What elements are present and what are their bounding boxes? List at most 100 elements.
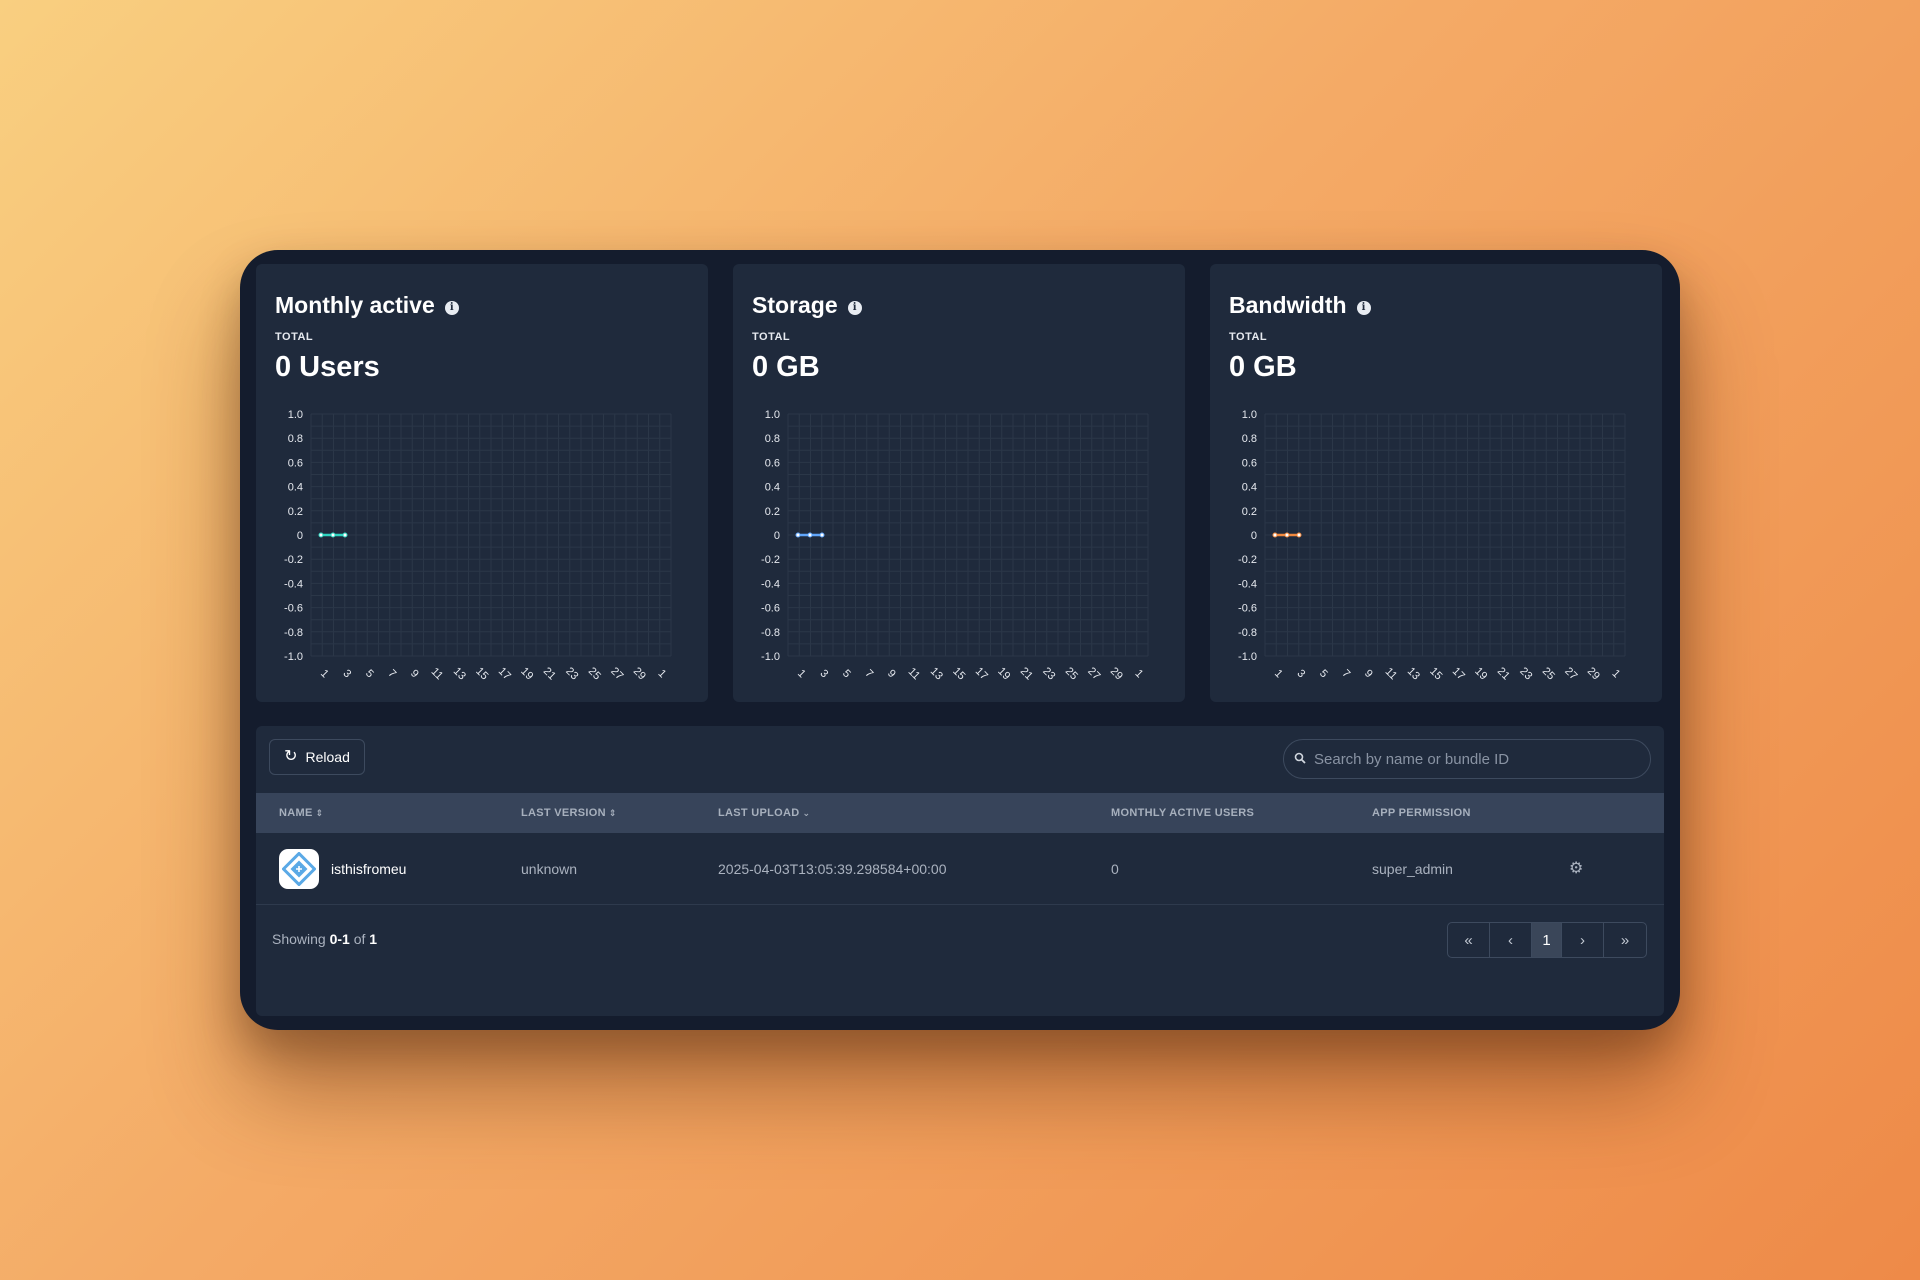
y-tick-label: 0.4 (288, 482, 303, 494)
x-tick-label: 27 (1085, 665, 1102, 682)
y-tick-label: 0.2 (765, 506, 780, 518)
pagination: « ‹ 1 › » (1447, 922, 1647, 958)
apps-table-panel: ↻ Reload NAME ⇕ LAST VERSION ⇕ LAST UPLO… (256, 726, 1664, 1016)
card-title: Monthly active (275, 292, 435, 318)
x-tick-label: 11 (429, 666, 446, 683)
y-tick-label: 0 (297, 530, 303, 542)
monthly-active-chart: 1.00.80.60.40.20-0.2-0.4-0.6-0.8-1.01 3 5 7… (284, 409, 672, 683)
reload-button[interactable]: ↻ Reload (269, 739, 365, 775)
data-point (1272, 532, 1278, 538)
x-tick-label: 1 (1609, 667, 1622, 680)
card-total: 0 GB (752, 351, 820, 383)
column-header-name[interactable]: NAME ⇕ (279, 807, 323, 819)
y-tick-label: 0.6 (1242, 457, 1257, 469)
x-tick-label: 25 (1540, 665, 1557, 682)
first-page-button[interactable]: « (1448, 923, 1490, 957)
card-total: 0 Users (275, 351, 380, 383)
x-tick-label: 9 (885, 667, 898, 680)
gear-icon[interactable]: ⚙ (1569, 858, 1583, 878)
x-tick-label: 27 (1562, 665, 1579, 682)
data-point (1296, 532, 1302, 538)
y-tick-label: 0.2 (288, 506, 303, 518)
column-header-last-upload[interactable]: LAST UPLOAD ⌄ (718, 807, 810, 819)
sort-icon: ⇕ (315, 807, 324, 818)
x-tick-label: 1 (1132, 667, 1145, 680)
y-tick-label: 0.6 (765, 457, 780, 469)
y-tick-label: 0.6 (288, 457, 303, 469)
x-tick-label: 23 (1517, 665, 1534, 682)
x-tick-label: 5 (840, 667, 853, 680)
column-header-app-permission: APP PERMISSION (1372, 807, 1471, 819)
y-tick-label: -0.4 (761, 578, 780, 590)
table-row[interactable]: isthisfromeu unknown 2025-04-03T13:05:39… (256, 833, 1664, 905)
x-tick-label: 9 (1362, 667, 1375, 680)
card-subtitle: TOTAL (752, 331, 791, 343)
y-tick-label: 0.8 (765, 433, 780, 445)
info-icon[interactable]: i (847, 300, 862, 315)
y-tick-label: 0.8 (288, 433, 303, 445)
x-tick-label: 19 (995, 665, 1012, 682)
info-icon[interactable]: i (1356, 300, 1371, 315)
y-tick-label: -0.8 (1238, 627, 1257, 639)
y-tick-label: -1.0 (284, 651, 303, 663)
info-icon[interactable]: i (444, 300, 459, 315)
search-input[interactable] (1314, 750, 1634, 768)
y-tick-label: -0.2 (284, 554, 303, 566)
y-tick-label: 0.2 (1242, 506, 1257, 518)
next-page-button[interactable]: › (1562, 923, 1604, 957)
page-button-current[interactable]: 1 (1532, 923, 1562, 957)
column-header-last-version[interactable]: LAST VERSION ⇕ (521, 807, 617, 819)
x-tick-label: 19 (518, 665, 535, 682)
search-box[interactable] (1283, 739, 1651, 779)
y-tick-label: -0.6 (1238, 603, 1257, 615)
y-tick-label: -0.6 (284, 603, 303, 615)
card-subtitle: TOTAL (1229, 331, 1268, 343)
x-tick-label: 25 (586, 665, 603, 682)
x-tick-label: 15 (473, 665, 490, 682)
y-tick-label: -0.8 (761, 627, 780, 639)
x-tick-label: 29 (1108, 665, 1125, 682)
data-point (330, 532, 336, 538)
x-tick-label: 15 (1427, 665, 1444, 682)
x-tick-label: 13 (1405, 665, 1422, 682)
x-tick-label: 19 (1472, 665, 1489, 682)
data-point (1284, 532, 1290, 538)
card-title: Storage (752, 292, 838, 318)
monthly-active-card: Monthly active i TOTAL 0 Users 1.0 0.8 0.6… (256, 264, 708, 702)
y-tick-label: 0 (774, 530, 780, 542)
x-tick-label: 21 (1495, 665, 1512, 682)
x-tick-label: 1 (318, 667, 331, 680)
x-tick-label: 7 (862, 667, 875, 680)
y-tick-label: 0.4 (1242, 482, 1257, 494)
data-point (795, 532, 801, 538)
bandwidth-chart: 1.00.80.60.40.20-0.2-0.4-0.6-0.8-1.01 3 5 7… (1238, 409, 1626, 683)
x-tick-label: 21 (1018, 665, 1035, 682)
x-tick-label: 15 (950, 665, 967, 682)
y-tick-label: -0.2 (1238, 554, 1257, 566)
x-tick-label: 3 (340, 667, 353, 680)
app-permission: super_admin (1372, 861, 1453, 877)
app-icon (279, 849, 319, 889)
x-tick-label: 23 (563, 665, 580, 682)
storage-chart: 1.00.80.60.40.20-0.2-0.4-0.6-0.8-1.01 3 5 7… (761, 409, 1149, 683)
app-last-version: unknown (521, 861, 578, 877)
x-tick-label: 11 (906, 666, 923, 683)
y-tick-label: -0.8 (284, 627, 303, 639)
x-tick-label: 17 (1450, 665, 1467, 682)
x-tick-label: 17 (496, 665, 513, 682)
x-tick-label: 11 (1383, 666, 1400, 683)
sort-icon: ⇕ (608, 807, 617, 818)
storage-card: Storage i TOTAL 0 GB 1.0 0.8 0.6 0.4 0.2 0 -0.… (733, 264, 1185, 702)
dashboard-window: Monthly active i TOTAL 0 Users 1.0 0.8 0.6… (240, 250, 1680, 1030)
card-title-row: Monthly active i (275, 292, 459, 319)
x-tick-label: 13 (928, 665, 945, 682)
app-name[interactable]: isthisfromeu (331, 861, 406, 877)
x-tick-label: 5 (1317, 667, 1330, 680)
prev-page-button[interactable]: ‹ (1490, 923, 1532, 957)
y-tick-label: 1.0 (765, 409, 780, 421)
last-page-button[interactable]: » (1604, 923, 1646, 957)
x-tick-label: 1 (795, 667, 808, 680)
data-point (807, 532, 813, 538)
x-tick-label: 25 (1063, 665, 1080, 682)
x-tick-label: 9 (408, 667, 421, 680)
